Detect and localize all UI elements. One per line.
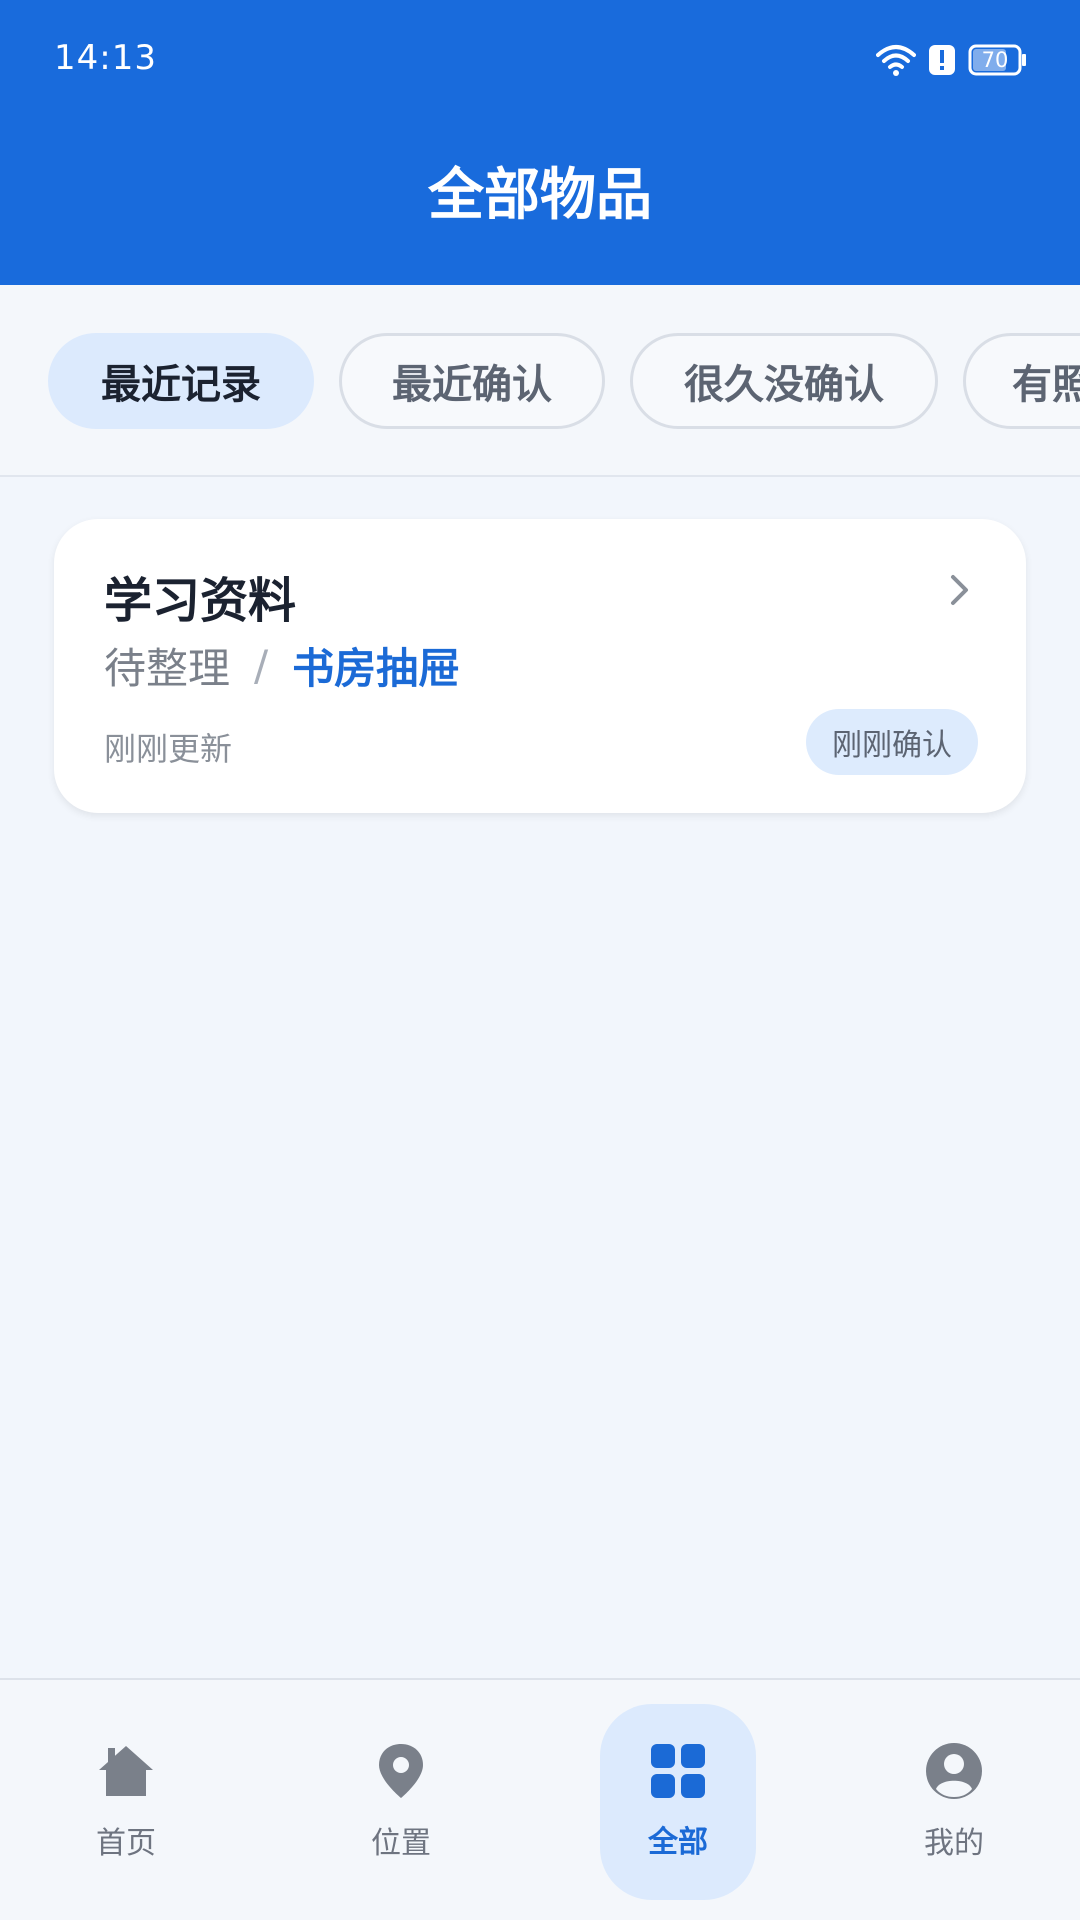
- filter-chip-long-unconfirmed[interactable]: 很久没确认: [630, 333, 938, 429]
- battery-icon: 70: [968, 44, 1028, 76]
- wifi-icon: [876, 45, 916, 76]
- alert-icon: [929, 45, 955, 75]
- profile-icon: [926, 1743, 982, 1799]
- item-location: 待整理 / 书房抽屉: [104, 635, 460, 696]
- app-header: 14:13 70 全部物品: [0, 0, 1080, 285]
- battery-level: 70: [981, 48, 1009, 72]
- bottom-nav: 首页 位置 全部 我的: [0, 1678, 1080, 1920]
- location-pin-icon: [379, 1744, 423, 1798]
- nav-item-profile[interactable]: 我的: [876, 1704, 1032, 1900]
- chevron-right-icon: [951, 575, 968, 605]
- nav-label-location: 位置: [371, 1826, 431, 1861]
- home-icon: [99, 1746, 153, 1796]
- filter-chip-has-photo[interactable]: 有照: [963, 333, 1080, 429]
- nav-item-all[interactable]: 全部: [600, 1704, 756, 1900]
- page-title: 全部物品: [428, 163, 652, 228]
- nav-item-home[interactable]: 首页: [48, 1704, 204, 1900]
- filter-chip-recent-confirmed[interactable]: 最近确认: [339, 333, 605, 429]
- location-separator: /: [254, 641, 269, 690]
- item-status: 待整理: [104, 644, 231, 693]
- nav-label-all: 全部: [648, 1825, 708, 1860]
- status-time: 14:13: [54, 38, 157, 78]
- item-name: 学习资料: [104, 573, 297, 629]
- item-card[interactable]: 学习资料 待整理 / 书房抽屉 刚刚更新 刚刚确认: [54, 519, 1026, 813]
- nav-item-location[interactable]: 位置: [323, 1704, 479, 1900]
- confirm-badge: 刚刚确认: [806, 709, 978, 775]
- nav-label-profile: 我的: [924, 1826, 984, 1861]
- item-place[interactable]: 书房抽屉: [292, 635, 460, 696]
- item-updated: 刚刚更新: [104, 730, 233, 768]
- filter-chip-recent-records[interactable]: 最近记录: [48, 333, 314, 429]
- status-icons: 70: [876, 40, 1028, 80]
- filter-bar: 最近记录 最近确认 很久没确认 有照: [0, 285, 1080, 477]
- grid-icon: [651, 1744, 705, 1798]
- nav-label-home: 首页: [96, 1826, 156, 1861]
